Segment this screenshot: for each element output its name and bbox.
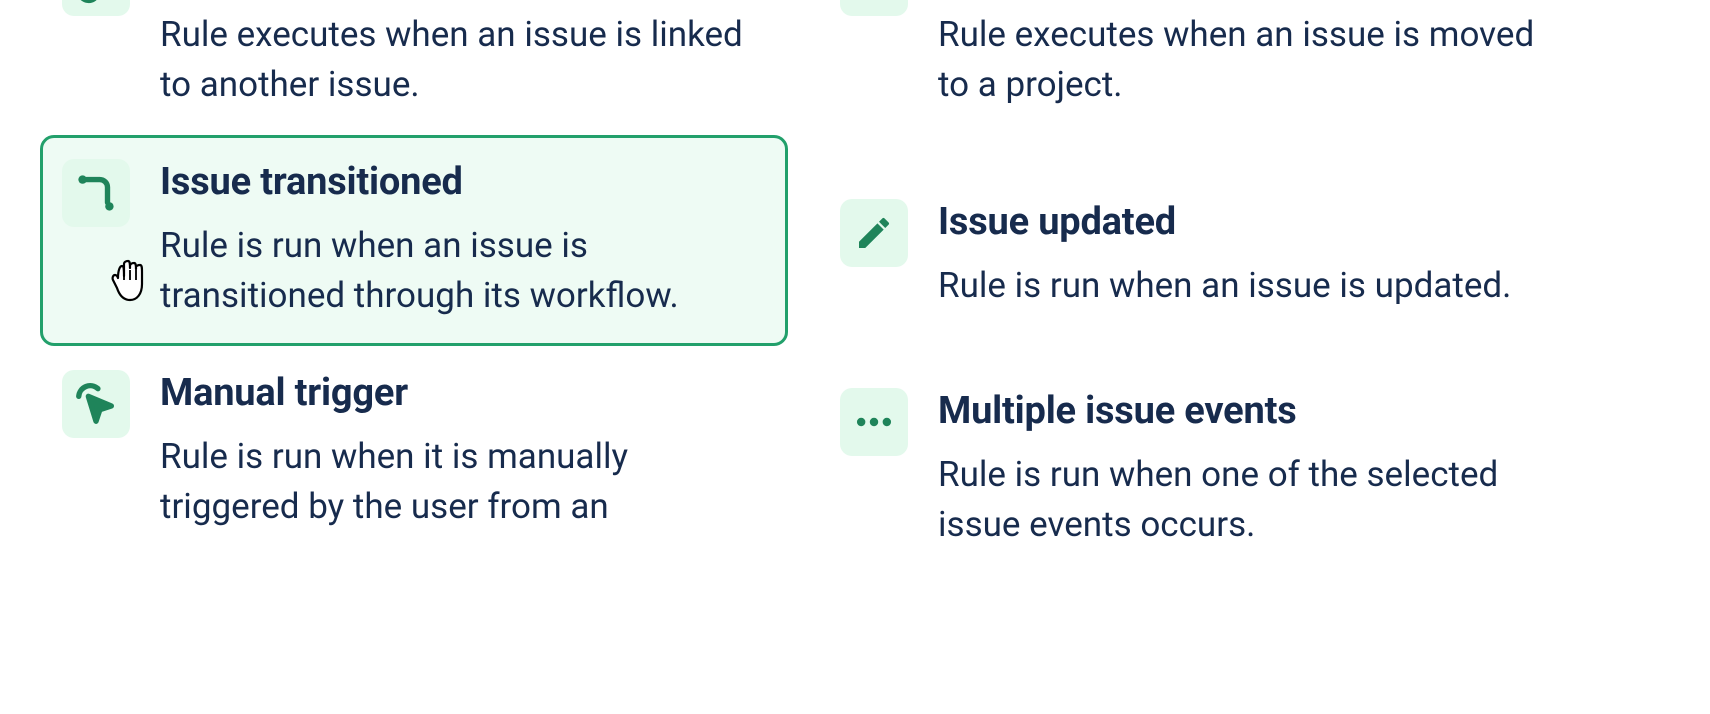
card-body: Multiple issue events Rule is run when o…	[938, 388, 1544, 551]
card-description: Rule executes when an issue is moved to …	[938, 10, 1544, 112]
card-issue-linked[interactable]: Issue linked Rule executes when an issue…	[40, 0, 788, 135]
card-description: Rule is run when an issue is updated.	[938, 261, 1544, 312]
card-description: Rule is run when an issue is transitione…	[160, 221, 766, 323]
card-issue-transitioned[interactable]: Issue transitioned Rule is run when an i…	[40, 135, 788, 346]
card-title: Issue transitioned	[160, 159, 766, 207]
card-issue-moved[interactable]: Issue moved Rule executes when an issue …	[818, 0, 1566, 135]
card-body: Manual trigger Rule is run when it is ma…	[160, 370, 766, 533]
card-body: Issue linked Rule executes when an issue…	[160, 0, 766, 111]
card-multiple-issue-events[interactable]: Multiple issue events Rule is run when o…	[818, 364, 1566, 575]
cursor-click-icon	[62, 370, 130, 438]
cursor-pointer-icon	[103, 250, 153, 306]
arrow-right-icon	[840, 0, 908, 16]
card-title: Manual trigger	[160, 370, 766, 418]
card-body: Issue transitioned Rule is run when an i…	[160, 159, 766, 322]
card-description: Rule is run when it is manually triggere…	[160, 432, 766, 534]
card-manual-trigger[interactable]: Manual trigger Rule is run when it is ma…	[40, 346, 788, 575]
ellipsis-icon	[840, 388, 908, 456]
card-title: Multiple issue events	[938, 388, 1544, 436]
card-body: Issue updated Rule is run when an issue …	[938, 199, 1544, 311]
card-title: Issue updated	[938, 199, 1544, 247]
link-icon	[62, 0, 130, 16]
card-body: Issue moved Rule executes when an issue …	[938, 0, 1544, 111]
pencil-icon	[840, 199, 908, 267]
trigger-grid: Issue linked Rule executes when an issue…	[40, 0, 1710, 575]
transition-icon	[62, 159, 130, 227]
card-description: Rule is run when one of the selected iss…	[938, 450, 1544, 552]
card-description: Rule executes when an issue is linked to…	[160, 10, 766, 112]
card-issue-updated[interactable]: Issue updated Rule is run when an issue …	[818, 175, 1566, 346]
